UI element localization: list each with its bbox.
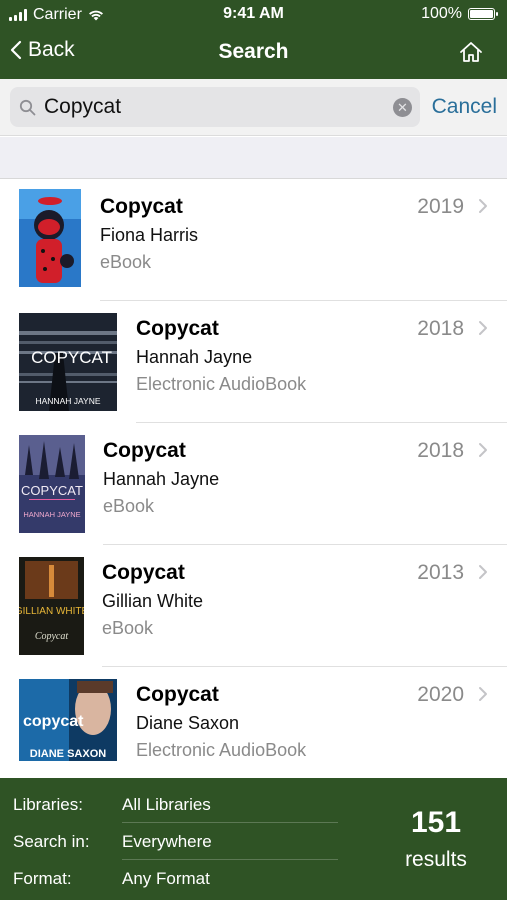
list-item[interactable]: COPYCAT HANNAH JAYNE Copycat Hannah Jayn… <box>0 301 507 423</box>
result-title: Copycat <box>100 195 183 218</box>
book-cover: copycat DIANE SAXON <box>19 679 117 761</box>
search-icon <box>19 99 36 116</box>
result-year: 2018 <box>417 317 464 340</box>
filter-format[interactable]: Format: Any Format <box>13 860 338 897</box>
filter-search-in-value: Everywhere <box>122 832 212 851</box>
cover-title-text: GILLIAN WHITE <box>19 606 84 617</box>
book-cover <box>19 189 81 287</box>
search-bar: ✕ Cancel <box>0 79 507 136</box>
results-list: Copycat Fiona Harris eBook 2019 COPYCAT … <box>0 179 507 778</box>
results-count-label: results <box>405 848 467 871</box>
result-format: Electronic AudioBook <box>136 740 307 760</box>
battery-icon <box>468 8 498 20</box>
chevron-right-icon <box>479 565 487 579</box>
filter-libraries-value: All Libraries <box>122 795 211 814</box>
result-title: Copycat <box>102 561 185 584</box>
nav-bar: Back Search <box>0 30 507 79</box>
book-cover: COPYCAT HANNAH JAYNE <box>19 435 85 533</box>
cover-author-text: DIANE SAXON <box>30 748 106 760</box>
battery-percent: 100% <box>421 5 462 22</box>
filter-search-in-label: Search in: <box>13 832 90 851</box>
home-icon[interactable] <box>459 41 483 63</box>
cover-author-text: HANNAH JAYNE <box>23 510 80 519</box>
result-title: Copycat <box>136 317 219 340</box>
chevron-right-icon <box>479 321 487 335</box>
result-year: 2020 <box>417 683 464 706</box>
result-author: Fiona Harris <box>100 225 199 245</box>
page-title: Search <box>218 40 289 63</box>
chevron-right-icon <box>479 687 487 701</box>
result-format: eBook <box>100 252 152 272</box>
chevron-right-icon <box>479 199 487 213</box>
status-right: 100% <box>421 5 498 23</box>
cover-author-text: Copycat <box>35 631 69 642</box>
list-item[interactable]: copycat DIANE SAXON Copycat Diane Saxon … <box>0 667 507 778</box>
search-filters-footer: Libraries: All Libraries Search in: Ever… <box>0 778 507 900</box>
result-format: eBook <box>102 618 154 638</box>
result-author: Diane Saxon <box>136 713 240 733</box>
search-input[interactable] <box>44 87 374 127</box>
cover-title-text: COPYCAT <box>31 348 112 367</box>
result-year: 2013 <box>417 561 464 584</box>
filter-format-value: Any Format <box>122 869 210 888</box>
filter-format-label: Format: <box>13 869 72 888</box>
cancel-button[interactable]: Cancel <box>432 95 497 119</box>
status-bar: Carrier 9:41 AM 100% <box>0 0 507 30</box>
list-item[interactable]: GILLIAN WHITE Copycat Copycat Gillian Wh… <box>0 545 507 667</box>
filter-libraries-label: Libraries: <box>13 795 83 814</box>
result-format: Electronic AudioBook <box>136 374 307 394</box>
results-count: 151 <box>410 806 462 839</box>
result-title: Copycat <box>136 683 219 706</box>
list-item[interactable]: Copycat Fiona Harris eBook 2019 <box>0 179 507 301</box>
result-format: eBook <box>103 496 155 516</box>
search-field[interactable]: ✕ <box>10 87 420 127</box>
result-author: Hannah Jayne <box>136 347 253 367</box>
clear-icon[interactable]: ✕ <box>393 98 412 117</box>
book-cover: GILLIAN WHITE Copycat <box>19 557 84 655</box>
cover-title-text: copycat <box>23 713 84 730</box>
book-cover: COPYCAT HANNAH JAYNE <box>19 313 117 411</box>
filter-search-in[interactable]: Search in: Everywhere <box>13 823 338 860</box>
cover-title-text: COPYCAT <box>21 483 83 498</box>
filter-libraries[interactable]: Libraries: All Libraries <box>13 786 338 823</box>
chevron-right-icon <box>479 443 487 457</box>
result-year: 2019 <box>417 195 464 218</box>
result-year: 2018 <box>417 439 464 462</box>
top-bar: Carrier 9:41 AM 100% Back Search <box>0 0 507 79</box>
cover-author-text: HANNAH JAYNE <box>35 396 100 406</box>
results-header-spacer <box>0 137 507 179</box>
result-author: Gillian White <box>102 591 204 611</box>
list-item[interactable]: COPYCAT HANNAH JAYNE Copycat Hannah Jayn… <box>0 423 507 545</box>
result-author: Hannah Jayne <box>103 469 220 489</box>
result-title: Copycat <box>103 439 186 462</box>
